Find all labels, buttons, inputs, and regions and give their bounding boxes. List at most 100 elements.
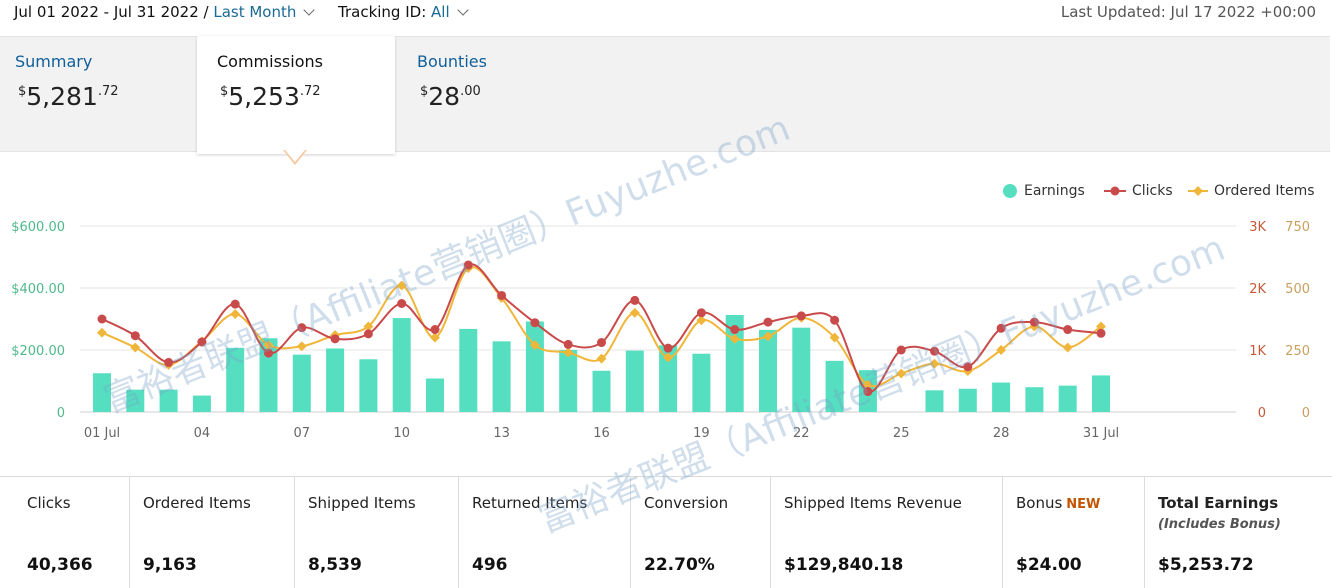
stat-bonus: Bonus NEW $24.00 — [1002, 477, 1145, 588]
tab-summary-label: Summary — [15, 52, 93, 71]
left-axis-tick: 0 — [57, 406, 65, 421]
x-axis-tick: 22 — [793, 426, 810, 441]
earnings-bar — [292, 354, 311, 412]
date-range-selector[interactable]: Jul 01 2022 - Jul 31 2022 / Last Month — [14, 3, 316, 21]
earnings-bar — [159, 389, 178, 412]
tab-commissions[interactable]: Commissions $5,253.72 — [197, 36, 395, 154]
clicks-point — [597, 338, 606, 348]
clicks-point — [430, 325, 440, 335]
clicks-point — [563, 339, 573, 349]
left-axis-tick: $200.00 — [11, 344, 65, 359]
ordered-items-point — [1062, 342, 1073, 353]
ordered-axis-tick: 250 — [1285, 344, 1310, 359]
x-axis-tick: 01 Jul — [84, 426, 120, 441]
clicks-point — [397, 299, 407, 308]
clicks-point — [497, 290, 507, 300]
tab-bounties-amount: $28.00 — [420, 82, 481, 111]
clicks-point — [630, 295, 640, 305]
earnings-bar — [226, 347, 245, 412]
clicks-point — [1029, 317, 1039, 327]
earnings-bar — [525, 321, 544, 412]
performance-chart: 0 0 0 $200.00 1K 250 $400.00 2K 500 $600.00 3K 750 0… — [11, 220, 1310, 441]
clicks-point — [796, 311, 806, 321]
clicks-axis-tick: 3K — [1249, 220, 1266, 235]
clicks-point — [730, 325, 740, 335]
period-link[interactable]: Last Month — [213, 3, 296, 21]
earnings-bar — [1092, 375, 1110, 412]
clicks-point — [197, 337, 207, 347]
x-axis-tick: 04 — [194, 426, 211, 441]
earnings-bar — [459, 328, 478, 412]
x-axis-tick: 13 — [493, 426, 510, 441]
chart-grid — [80, 225, 1236, 413]
clicks-point — [130, 331, 140, 341]
tracking-value[interactable]: All — [431, 3, 450, 21]
earnings-bar — [925, 390, 944, 412]
earnings-bar — [192, 395, 211, 412]
earnings-bar — [426, 378, 444, 412]
stat-conversion: Conversion 22.70% — [630, 477, 771, 588]
left-axis-tick: $600.00 — [11, 220, 65, 235]
stats-row: Clicks 40,366 Ordered Items 9,163 Shippe… — [0, 476, 1332, 588]
chevron-down-icon[interactable] — [303, 4, 316, 16]
clicks-point — [896, 345, 906, 355]
stat-ordered-items: Ordered Items 9,163 — [129, 477, 295, 588]
earnings-bar — [792, 327, 811, 412]
x-axis-tick: 28 — [993, 426, 1010, 441]
selected-tab-pointer — [283, 150, 307, 165]
last-updated: Last Updated: Jul 17 2022 +00:00 — [1060, 3, 1316, 21]
tab-bounties-label: Bounties — [417, 52, 487, 71]
ordered-items-point — [629, 307, 640, 318]
clicks-point — [1096, 328, 1106, 338]
tab-commissions-amount: $5,253.72 — [220, 82, 321, 111]
clicks-point — [1063, 325, 1073, 335]
ordered-axis-tick: 500 — [1285, 282, 1310, 297]
clicks-point — [863, 387, 873, 397]
ordered-axis-tick: 0 — [1302, 406, 1310, 421]
clicks-point — [264, 348, 273, 358]
earnings-bar — [559, 350, 578, 412]
clicks-point — [97, 314, 107, 324]
x-axis-tick: 19 — [693, 426, 710, 441]
tab-bounties[interactable]: Bounties $28.00 — [417, 36, 597, 150]
earnings-bar — [692, 353, 711, 412]
earnings-bar — [126, 389, 145, 412]
tracking-label: Tracking ID: — [338, 3, 427, 21]
clicks-point — [463, 260, 473, 270]
ordered-items-point — [97, 327, 107, 338]
clicks-point — [363, 329, 373, 339]
clicks-point — [164, 357, 174, 367]
x-axis-tick: 31 Jul — [1083, 426, 1119, 441]
x-axis-tick: 16 — [593, 426, 610, 441]
clicks-point — [696, 308, 706, 318]
ordered-axis-tick: 750 — [1285, 220, 1310, 235]
clicks-point — [963, 362, 973, 372]
stat-shipped-revenue: Shipped Items Revenue $129,840.18 — [770, 477, 1003, 588]
ordered-items-point — [896, 368, 907, 379]
tab-summary[interactable]: Summary $5,281.72 — [15, 36, 195, 150]
ordered-items-point — [130, 342, 141, 353]
clicks-point — [663, 343, 673, 353]
earnings-bar — [1025, 387, 1044, 412]
stat-clicks: Clicks 40,366 — [13, 477, 130, 588]
tracking-id-selector[interactable]: Tracking ID: All — [338, 3, 469, 21]
earnings-bar — [1058, 385, 1077, 412]
ordered-items-point — [929, 358, 940, 369]
earnings-bar — [825, 360, 844, 412]
x-axis-tick: 25 — [893, 426, 910, 441]
clicks-point — [230, 299, 240, 309]
ordered-items-point — [230, 309, 241, 319]
clicks-point — [530, 318, 540, 328]
earnings-bar — [326, 348, 345, 412]
clicks-point — [330, 334, 340, 344]
x-axis-tick: 07 — [294, 426, 311, 441]
new-badge: NEW — [1066, 497, 1101, 512]
left-axis-tick: $400.00 — [11, 282, 65, 297]
clicks-axis-tick: 0 — [1258, 406, 1266, 421]
chevron-down-icon[interactable] — [456, 4, 469, 16]
earnings-bar — [492, 341, 511, 412]
earnings-bar — [992, 382, 1011, 412]
earnings-bar — [592, 370, 611, 412]
earnings-bar — [625, 350, 644, 412]
earnings-bar — [392, 318, 411, 412]
